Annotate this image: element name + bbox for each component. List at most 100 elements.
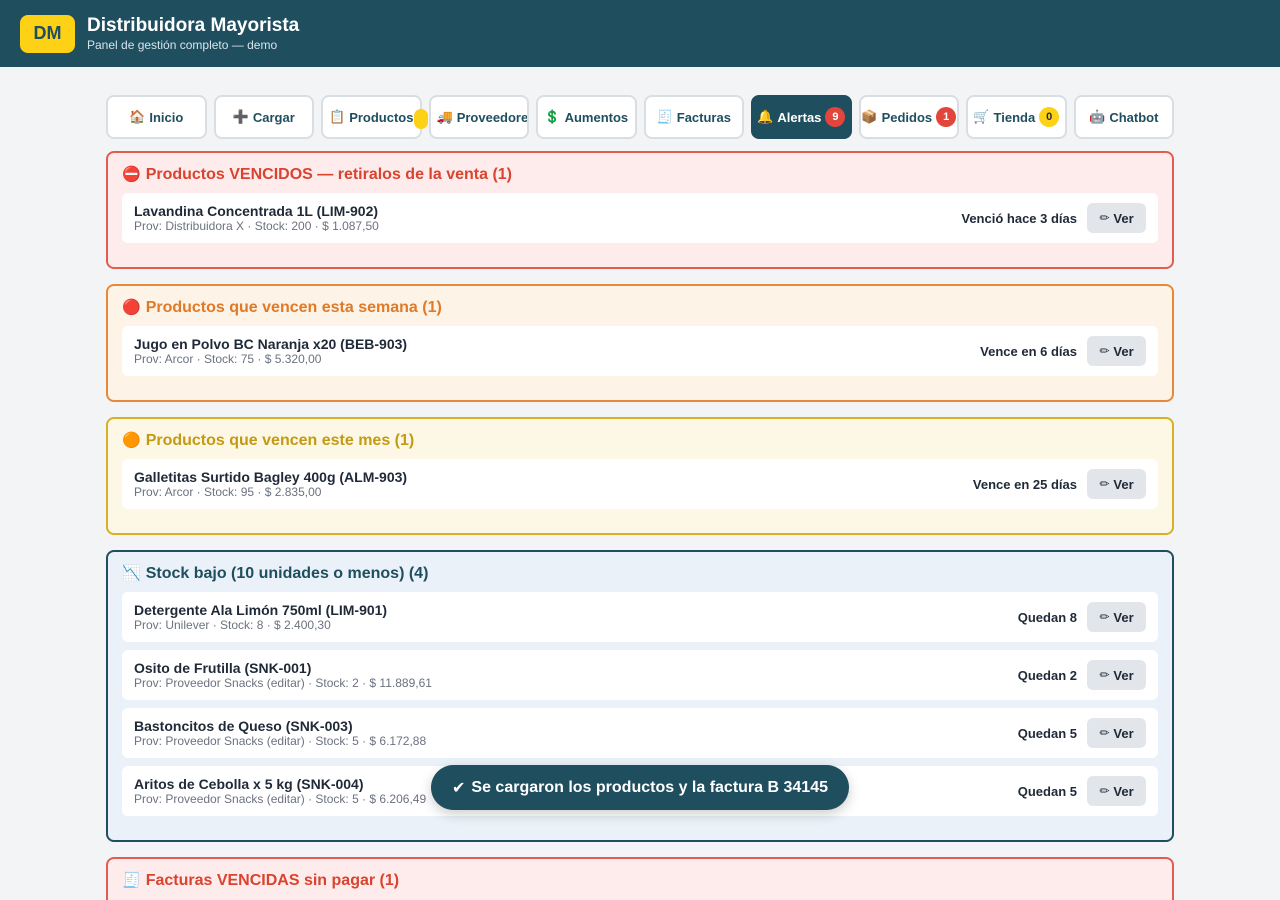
product-name: Jugo en Polvo BC Naranja x20 (BEB-903) bbox=[134, 336, 408, 352]
tab-chatbot[interactable]: 🤖 Chatbot bbox=[1073, 95, 1175, 139]
product-name: Osito de Frutilla (SNK-001) bbox=[134, 660, 312, 676]
view-button[interactable]: ✏ Ver bbox=[1087, 602, 1146, 632]
panel-title: 🔴 Productos que vencen esta semana (1) bbox=[122, 298, 1158, 318]
tab-proveedores[interactable]: 🚚 Proveedores bbox=[428, 95, 530, 139]
pencil-icon: ✏ bbox=[1099, 784, 1110, 798]
view-label: Ver bbox=[1113, 210, 1134, 226]
view-button[interactable]: ✏ Ver bbox=[1087, 776, 1146, 806]
tab-pedidos[interactable]: 📦 Pedidos 1 bbox=[858, 95, 960, 139]
pencil-icon: ✏ bbox=[1099, 211, 1110, 225]
plus-icon: ➕ bbox=[232, 109, 249, 124]
product-meta: Prov: Proveedor Snacks (editar) · Stock:… bbox=[134, 734, 427, 748]
no-entry-icon: ⛔ bbox=[122, 166, 141, 183]
list-item: Lavandina Concentrada 1L (LIM-902) Prov:… bbox=[122, 193, 1158, 243]
tab-label: Facturas bbox=[676, 109, 731, 125]
tab-alertas[interactable]: 🔔 Alertas 9 bbox=[751, 95, 852, 139]
brand: Distribuidora Mayorista Panel de gestión… bbox=[87, 15, 299, 53]
product-meta: Prov: Proveedor Snacks (editar) · Stock:… bbox=[134, 676, 432, 690]
expiry-status: Venció hace 3 días bbox=[961, 210, 1077, 226]
stock-status: Quedan 5 bbox=[1017, 725, 1077, 741]
view-button[interactable]: ✏ Ver bbox=[1087, 336, 1146, 366]
truck-icon: 🚚 bbox=[436, 109, 453, 124]
tab-label: Productos bbox=[349, 109, 414, 125]
expiring-week-panel: 🔴 Productos que vencen esta semana (1) J… bbox=[106, 284, 1174, 402]
stock-status: Quedan 2 bbox=[1017, 667, 1077, 683]
pencil-icon: ✏ bbox=[1099, 477, 1110, 491]
product-meta: Prov: Arcor · Stock: 95 · $ 2.835,00 bbox=[134, 485, 322, 499]
tab-label: Proveedores bbox=[456, 109, 530, 125]
product-name: Galletitas Surtido Bagley 400g (ALM-903) bbox=[134, 469, 408, 485]
tab-label: Pedidos bbox=[881, 109, 933, 125]
receipt-icon: 🧾 bbox=[656, 109, 673, 124]
dollar-icon: 💲 bbox=[544, 109, 561, 124]
product-meta: Prov: Unilever · Stock: 8 · $ 2.400,30 bbox=[134, 618, 331, 632]
product-meta: Prov: Proveedor Snacks (editar) · Stock:… bbox=[134, 792, 427, 806]
bell-icon: 🔔 bbox=[757, 109, 774, 124]
list-item: Osito de Frutilla (SNK-001) Prov: Provee… bbox=[122, 650, 1158, 700]
tab-aumentos[interactable]: 💲 Aumentos bbox=[536, 95, 637, 139]
checkmark-icon: ✔ bbox=[452, 779, 466, 797]
robot-icon: 🤖 bbox=[1089, 109, 1106, 124]
red-circle-icon: 🔴 bbox=[122, 299, 141, 316]
alert-count-badge: 9 bbox=[825, 107, 846, 127]
product-meta: Prov: Arcor · Stock: 75 · $ 5.320,00 bbox=[134, 352, 322, 366]
panel-title-text: Facturas VENCIDAS sin pagar (1) bbox=[145, 872, 400, 889]
panel-title: ⛔ Productos VENCIDOS — retiralos de la v… bbox=[122, 165, 1158, 185]
panel-title-text: Productos que vencen esta semana (1) bbox=[145, 299, 442, 316]
stock-status: Quedan 8 bbox=[1017, 609, 1077, 625]
overdue-invoices-panel: 🧾 Facturas VENCIDAS sin pagar (1) bbox=[106, 857, 1174, 900]
tab-tienda[interactable]: 🛒 Tienda 0 bbox=[966, 95, 1067, 139]
tab-cargar[interactable]: ➕ Cargar bbox=[213, 95, 314, 139]
stock-status: Quedan 5 bbox=[1017, 783, 1077, 799]
tab-label: Cargar bbox=[252, 109, 295, 125]
list-item: Bastoncitos de Queso (SNK-003) Prov: Pro… bbox=[122, 708, 1158, 758]
clipboard-icon: 📋 bbox=[329, 109, 346, 124]
tab-productos[interactable]: 📋 Productos bbox=[321, 95, 428, 139]
panel-title-text: Stock bajo (10 unidades o menos) (4) bbox=[145, 565, 429, 582]
order-count-badge: 1 bbox=[936, 107, 957, 127]
view-button[interactable]: ✏ Ver bbox=[1087, 660, 1146, 690]
expired-products-panel: ⛔ Productos VENCIDOS — retiralos de la v… bbox=[106, 151, 1174, 269]
list-item: Jugo en Polvo BC Naranja x20 (BEB-903) P… bbox=[122, 326, 1158, 376]
list-item: Detergente Ala Limón 750ml (LIM-901) Pro… bbox=[122, 592, 1158, 642]
view-label: Ver bbox=[1113, 667, 1134, 683]
product-name: Lavandina Concentrada 1L (LIM-902) bbox=[134, 203, 379, 219]
tab-label: Tienda bbox=[993, 109, 1036, 125]
pencil-icon: ✏ bbox=[1099, 726, 1110, 740]
cart-icon: 🛒 bbox=[973, 109, 990, 124]
app-subtitle: Panel de gestión completo — demo bbox=[87, 37, 278, 52]
panel-title: 🟠 Productos que vencen este mes (1) bbox=[122, 431, 1158, 451]
view-label: Ver bbox=[1113, 343, 1134, 359]
pencil-icon: ✏ bbox=[1099, 610, 1110, 624]
view-label: Ver bbox=[1113, 725, 1134, 741]
tab-label: Aumentos bbox=[564, 109, 629, 125]
list-item: Galletitas Surtido Bagley 400g (ALM-903)… bbox=[122, 459, 1158, 509]
nav-tabs: 🏠 Inicio ➕ Cargar 📋 Productos 🚚 Proveedo… bbox=[106, 95, 1175, 139]
view-button[interactable]: ✏ Ver bbox=[1087, 718, 1146, 748]
pencil-icon: ✏ bbox=[1099, 344, 1110, 358]
product-name: Detergente Ala Limón 750ml (LIM-901) bbox=[134, 602, 388, 618]
view-label: Ver bbox=[1113, 609, 1134, 625]
view-button[interactable]: ✏ Ver bbox=[1087, 469, 1146, 499]
view-label: Ver bbox=[1113, 783, 1134, 799]
orange-circle-icon: 🟠 bbox=[122, 432, 141, 449]
panel-title-text: Productos VENCIDOS — retiralos de la ven… bbox=[145, 166, 512, 183]
product-name: Aritos de Cebolla x 5 kg (SNK-004) bbox=[134, 776, 364, 792]
view-button[interactable]: ✏ Ver bbox=[1087, 203, 1146, 233]
tab-label: Inicio bbox=[149, 109, 184, 125]
package-icon: 📦 bbox=[861, 109, 878, 124]
top-bar: DM Distribuidora Mayorista Panel de gest… bbox=[0, 0, 1280, 67]
badge-peek bbox=[413, 109, 428, 129]
chart-down-icon: 📉 bbox=[122, 565, 141, 582]
toast-message: Se cargaron los productos y la factura B… bbox=[471, 778, 828, 796]
tab-inicio[interactable]: 🏠 Inicio bbox=[106, 95, 207, 139]
panel-title: 📉 Stock bajo (10 unidades o menos) (4) bbox=[122, 564, 1158, 584]
receipt-icon: 🧾 bbox=[122, 872, 141, 889]
tab-facturas[interactable]: 🧾 Facturas bbox=[643, 95, 745, 139]
success-toast: ✔ Se cargaron los productos y la factura… bbox=[431, 765, 849, 810]
product-meta: Prov: Distribuidora X · Stock: 200 · $ 1… bbox=[134, 219, 379, 233]
app-logo: DM bbox=[20, 14, 75, 53]
panel-title: 🧾 Facturas VENCIDAS sin pagar (1) bbox=[122, 871, 1158, 891]
store-count-badge: 0 bbox=[1039, 107, 1060, 127]
product-name: Bastoncitos de Queso (SNK-003) bbox=[134, 718, 353, 734]
